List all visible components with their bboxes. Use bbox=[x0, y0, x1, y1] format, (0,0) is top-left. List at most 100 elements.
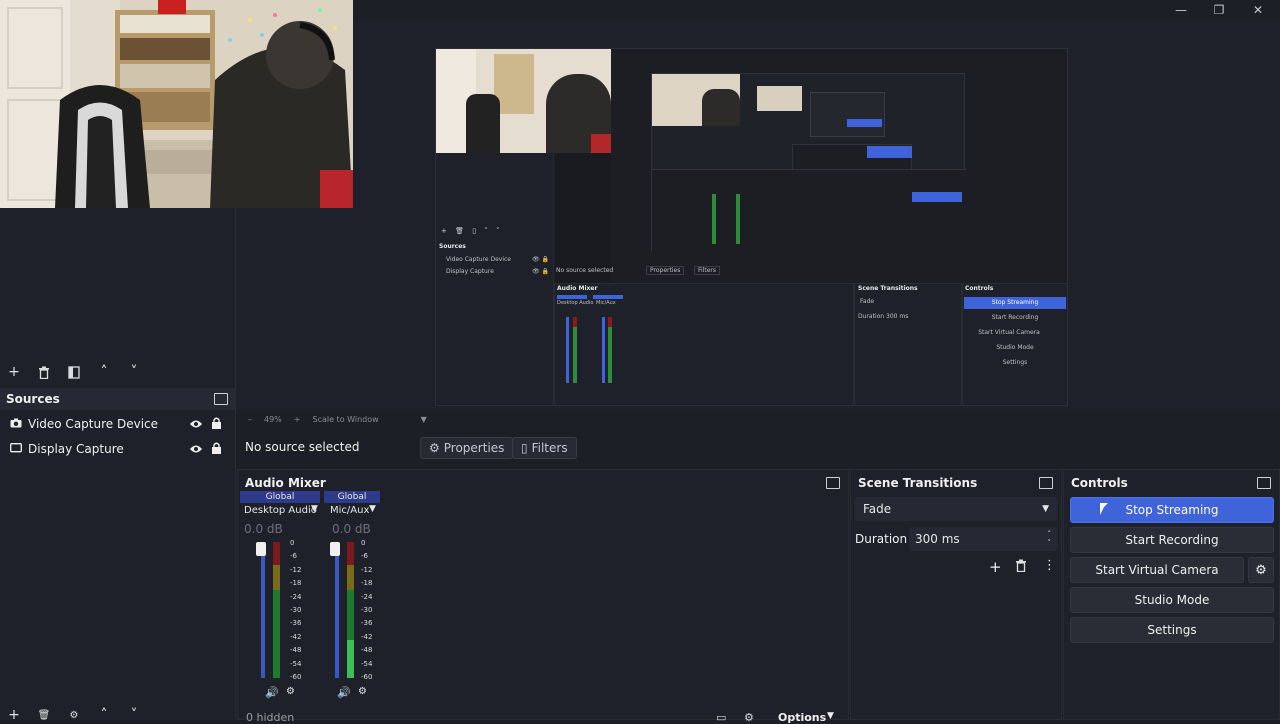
meter-yellow bbox=[347, 565, 354, 590]
speaker-icon[interactable]: 🔊 bbox=[337, 686, 351, 699]
source-toolbar: No source selected ⚙ Properties ▯ Filter… bbox=[236, 430, 1280, 466]
move-down-icon[interactable]: ˅ bbox=[124, 362, 144, 382]
spin-arrows-icon[interactable]: ˄ ˅ bbox=[1048, 530, 1052, 548]
chevron-down-icon[interactable]: ▼ bbox=[421, 415, 427, 424]
nested-filters-button: Filters bbox=[694, 266, 720, 275]
channel-name[interactable]: Desktop Audio bbox=[244, 505, 317, 516]
filter-icon[interactable] bbox=[64, 362, 84, 382]
nested-controls-title: Controls bbox=[965, 285, 994, 292]
filters-button[interactable]: ▯ Filters bbox=[512, 437, 577, 459]
meter-scale: 0 -6 -12 -18 -24 -30 -36 -42 -48 -54 -60 bbox=[290, 539, 302, 682]
move-up-icon[interactable]: ˄ bbox=[94, 362, 114, 382]
start-virtual-camera-button[interactable]: Start Virtual Camera bbox=[1070, 557, 1244, 583]
lock-icon[interactable] bbox=[211, 417, 222, 432]
properties-button[interactable]: ⚙ Properties bbox=[420, 437, 514, 459]
controls-header: Controls bbox=[1064, 470, 1279, 496]
nested-start-virtual-camera: Start Virtual Camera bbox=[978, 329, 1040, 336]
channel-db: 0.0 dB bbox=[244, 522, 283, 536]
audio-mixer-panel: Audio Mixer bbox=[237, 469, 849, 720]
visibility-eye-icon[interactable] bbox=[189, 443, 203, 457]
meter-red bbox=[273, 542, 280, 565]
chevron-down-icon[interactable]: ▼ bbox=[311, 504, 318, 514]
volume-slider-track[interactable] bbox=[261, 542, 265, 678]
no-source-label: No source selected bbox=[245, 440, 360, 454]
close-button[interactable]: ✕ bbox=[1239, 0, 1277, 20]
gear-icon: ⚙ bbox=[429, 441, 440, 455]
nested-studio-mode: Studio Mode bbox=[996, 344, 1034, 351]
gear-icon[interactable]: ⚙ bbox=[358, 686, 367, 697]
volume-slider-handle[interactable] bbox=[256, 542, 266, 556]
source-label: Display Capture bbox=[28, 442, 124, 456]
channel-name[interactable]: Mic/Aux bbox=[330, 505, 369, 516]
gear-icon[interactable]: ⚙ bbox=[1248, 557, 1274, 583]
nested-audio-mixer-title: Audio Mixer bbox=[557, 285, 598, 292]
nested-eye-lock-icons: 👁🔒 bbox=[532, 256, 552, 263]
channel-tag: Global bbox=[324, 491, 380, 503]
chevron-down-icon[interactable]: ▼ bbox=[369, 504, 376, 514]
sources-dock-header: Sources bbox=[0, 388, 236, 410]
audio-mixer-title: Audio Mixer bbox=[245, 476, 326, 490]
duration-label: Duration bbox=[855, 532, 908, 546]
left-panel bbox=[0, 208, 236, 720]
undock-icon[interactable] bbox=[214, 393, 228, 405]
preview-zoom-bar: – 49% + Scale to Window ▼ bbox=[236, 410, 1280, 428]
zoom-out-button[interactable]: – bbox=[248, 415, 252, 424]
nested-duration-label: Duration bbox=[858, 313, 885, 320]
volume-slider-track[interactable] bbox=[335, 542, 339, 678]
speaker-icon[interactable]: 🔊 bbox=[265, 686, 279, 699]
meter-green bbox=[273, 590, 280, 678]
nested-source-item: Display Capture bbox=[446, 268, 494, 275]
nested-properties-button: Properties bbox=[646, 266, 685, 275]
duration-spinbox[interactable]: 300 ms ˄ ˅ bbox=[909, 527, 1057, 551]
gear-icon[interactable]: ⚙ bbox=[286, 686, 295, 697]
volume-slider-handle[interactable] bbox=[330, 542, 340, 556]
undock-icon[interactable] bbox=[1257, 477, 1271, 489]
scene-transitions-header: Scene Transitions bbox=[851, 470, 1061, 496]
camera-icon bbox=[10, 417, 22, 431]
webcam-video bbox=[0, 0, 353, 208]
start-recording-button[interactable]: Start Recording bbox=[1070, 527, 1274, 553]
trash-icon[interactable] bbox=[1015, 559, 1027, 575]
nested-eye-lock-icons: 👁🔒 bbox=[532, 268, 552, 275]
more-options-icon[interactable]: ⋮ bbox=[1043, 558, 1056, 573]
webcam-scene-image bbox=[0, 0, 353, 208]
filter-icon: ▯ bbox=[521, 441, 528, 455]
nested-scene-transitions-title: Scene Transitions bbox=[858, 285, 918, 292]
meter-level bbox=[347, 640, 354, 678]
preview-canvas[interactable]: + 🗑 ▯ ˄ ˅ Sources Video Capture Device D… bbox=[435, 48, 1068, 406]
minimize-button[interactable]: — bbox=[1162, 0, 1200, 20]
nested-source-item: Video Capture Device bbox=[446, 256, 512, 263]
restore-button[interactable]: ❐ bbox=[1200, 0, 1238, 20]
meter-yellow bbox=[273, 565, 280, 590]
mouse-cursor-icon bbox=[1100, 503, 1108, 515]
nested-settings: Settings bbox=[1002, 359, 1028, 366]
layout-icon[interactable]: ▭ bbox=[716, 711, 726, 724]
nested-webcam-image bbox=[436, 49, 611, 153]
scenes-toolbar: + ˄ ˅ bbox=[4, 362, 144, 382]
nested-start-recording: Start Recording bbox=[991, 314, 1039, 321]
nested-duration-value: 300 ms bbox=[886, 313, 909, 320]
undock-icon[interactable] bbox=[826, 477, 840, 489]
settings-button[interactable]: Settings bbox=[1070, 617, 1274, 643]
zoom-in-button[interactable]: + bbox=[294, 415, 301, 424]
studio-mode-button[interactable]: Studio Mode bbox=[1070, 587, 1274, 613]
options-button[interactable]: Options bbox=[778, 711, 826, 724]
lock-icon[interactable] bbox=[211, 442, 222, 457]
nested-desktop-audio: Desktop Audio bbox=[557, 300, 594, 306]
trash-icon[interactable] bbox=[34, 362, 54, 382]
nested-recursive-preview bbox=[651, 73, 966, 252]
nested-source-toolbar: + 🗑 ▯ ˄ ˅ bbox=[441, 227, 503, 235]
nested-no-source: No source selected bbox=[556, 267, 614, 274]
gear-icon[interactable]: ⚙ bbox=[744, 711, 754, 724]
transition-select[interactable]: Fade ▼ bbox=[855, 497, 1057, 521]
undock-icon[interactable] bbox=[1039, 477, 1053, 489]
add-transition-button[interactable]: + bbox=[989, 558, 1002, 576]
channel-tag: Global bbox=[240, 491, 320, 503]
add-scene-button[interactable]: + bbox=[4, 362, 24, 382]
zoom-level: 49% bbox=[264, 414, 282, 424]
nested-mic-aux: Mic/Aux bbox=[596, 300, 616, 306]
visibility-eye-icon[interactable] bbox=[189, 418, 203, 432]
source-label: Video Capture Device bbox=[28, 417, 159, 431]
controls-title: Controls bbox=[1071, 476, 1128, 490]
scale-mode[interactable]: Scale to Window bbox=[312, 415, 378, 424]
